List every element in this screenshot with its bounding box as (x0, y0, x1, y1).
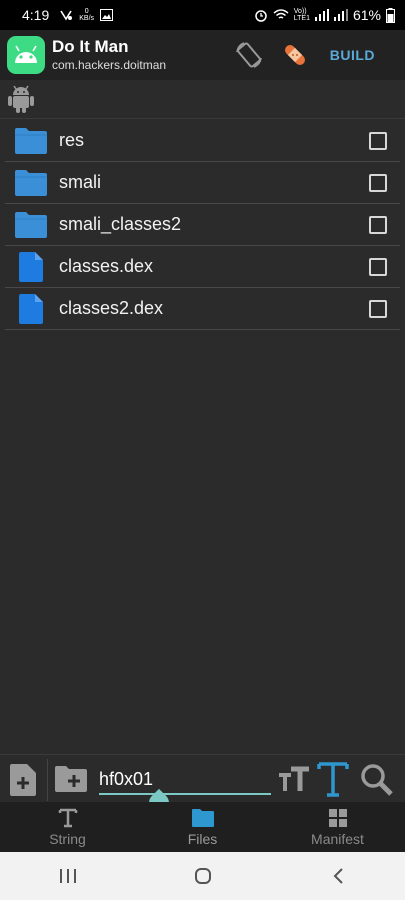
tab-label: Manifest (311, 830, 364, 847)
bottom-input-bar (0, 754, 405, 818)
android-robot-icon[interactable] (8, 84, 34, 119)
file-name: res (59, 130, 85, 150)
font-size-button[interactable] (277, 765, 311, 798)
battery-icon (386, 7, 395, 23)
file-row-classes-dex[interactable]: classes.dex (5, 246, 400, 288)
app-header: Do It Man com.hackers.doitman BUILD (0, 30, 405, 80)
path-bar (0, 80, 405, 119)
add-file-icon (10, 764, 36, 796)
file-row-smali[interactable]: smali (5, 162, 400, 204)
signal-icon-2 (333, 9, 348, 21)
status-bar: 4:19 0 KB/s Vo)) LTE1 61% (0, 0, 405, 30)
text-t-icon (317, 762, 349, 797)
notification-icon (60, 10, 73, 21)
signal-icon (314, 9, 329, 21)
text-t-icon (58, 808, 77, 827)
select-checkbox[interactable] (369, 215, 387, 234)
net-speed: 0 KB/s (79, 8, 95, 22)
wifi-icon (273, 9, 289, 19)
name-input[interactable] (99, 765, 271, 795)
folder-icon (13, 209, 49, 241)
status-time: 4:19 (22, 7, 50, 23)
alarm-icon (255, 10, 267, 22)
tab-label: String (49, 830, 86, 847)
tab-bar: String Files Manifest (0, 802, 405, 852)
app-package-name: com.hackers.doitman (52, 58, 167, 72)
back-button[interactable] (308, 856, 368, 896)
tab-manifest[interactable]: Manifest (270, 802, 405, 852)
bandage-icon (284, 45, 305, 65)
folder-icon (13, 125, 49, 157)
recents-button[interactable] (38, 856, 98, 896)
tab-string[interactable]: String (0, 802, 135, 852)
tab-label: Files (187, 830, 218, 847)
search-icon (361, 764, 393, 796)
folder-icon (191, 808, 214, 827)
back-icon (333, 868, 343, 884)
file-name: smali (59, 172, 102, 192)
select-checkbox[interactable] (369, 257, 387, 276)
add-file-button[interactable] (8, 763, 38, 802)
patch-button[interactable] (280, 40, 310, 70)
select-checkbox[interactable] (369, 299, 387, 318)
tab-files[interactable]: Files (135, 802, 270, 852)
divider (47, 759, 48, 801)
battery-percent: 61% (352, 7, 381, 23)
text-style-button[interactable] (316, 759, 350, 804)
file-icon (13, 293, 49, 325)
home-icon (194, 868, 211, 884)
font-size-icon (279, 766, 309, 791)
home-button[interactable] (173, 856, 233, 896)
select-checkbox[interactable] (369, 173, 387, 192)
add-folder-icon (55, 766, 87, 792)
folder-icon (13, 167, 49, 199)
app-title: Do It Man (52, 37, 129, 56)
rotate-screen-button[interactable] (232, 38, 266, 72)
volte-label: Vo)) LTE1 (293, 8, 310, 22)
search-button[interactable] (360, 763, 394, 802)
system-nav-bar (0, 852, 405, 900)
android-app-icon (7, 36, 45, 74)
file-row-smali-classes2[interactable]: smali_classes2 (5, 204, 400, 246)
file-row-classes2-dex[interactable]: classes2.dex (5, 288, 400, 330)
file-icon (13, 251, 49, 283)
add-folder-button[interactable] (54, 765, 88, 798)
build-button[interactable]: BUILD (330, 47, 375, 63)
select-checkbox[interactable] (369, 131, 387, 150)
file-name: classes.dex (59, 256, 154, 276)
file-name: classes2.dex (59, 298, 164, 318)
file-list: res smali smali_classes2 classes.dex cla… (5, 120, 400, 330)
file-row-res[interactable]: res (5, 120, 400, 162)
image-icon (100, 9, 114, 21)
grid-icon (328, 808, 347, 827)
rotate-icon (235, 42, 262, 68)
file-name: smali_classes2 (59, 214, 182, 234)
recents-icon (59, 869, 76, 883)
